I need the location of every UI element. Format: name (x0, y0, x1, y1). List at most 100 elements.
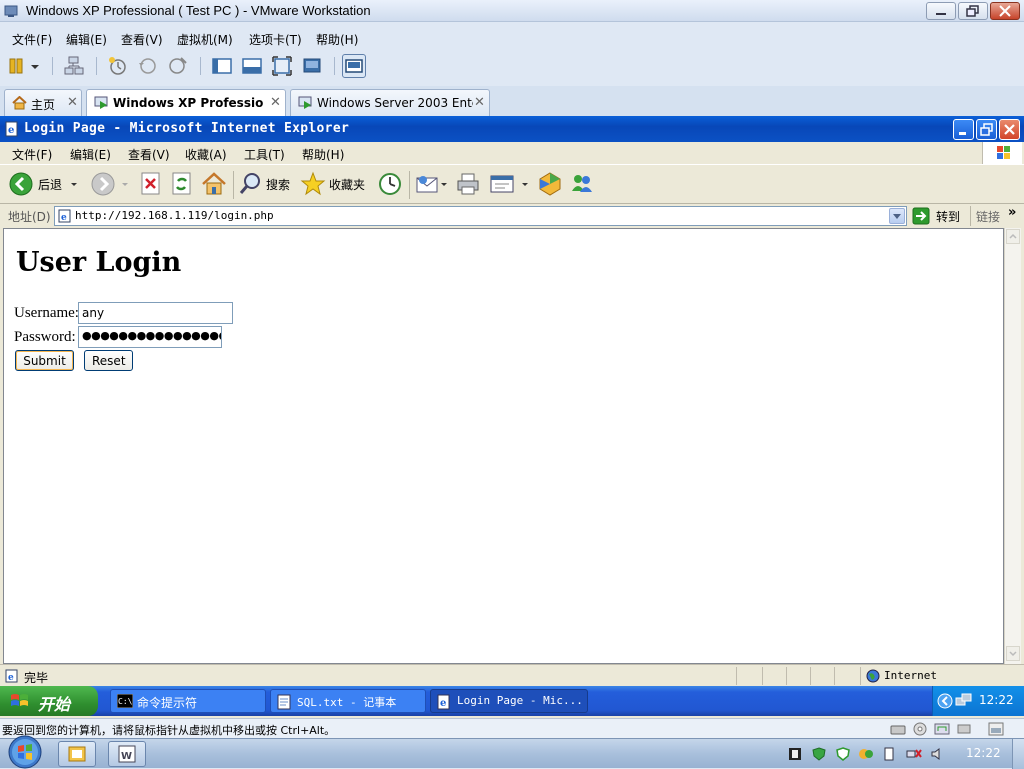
refresh-icon[interactable] (170, 171, 194, 197)
edit-icon[interactable] (488, 171, 532, 197)
history-icon[interactable] (377, 171, 403, 197)
scroll-up-icon[interactable] (1006, 229, 1020, 244)
snapshot-revert-icon[interactable] (136, 54, 160, 78)
vmware-menu-tabs[interactable]: 选项卡(T) (249, 31, 302, 48)
cd-drive-icon[interactable] (912, 722, 928, 736)
toolbar-separator (96, 57, 97, 75)
vmware-status-bar: 要返回到您的计算机，请将鼠标指针从虚拟机中移出或按 Ctrl+Alt。 (0, 718, 1024, 738)
ie-menu-tools[interactable]: 工具(T) (244, 146, 285, 163)
web-page-content: User Login Username: Password: ●●●●●●●●●… (3, 228, 1004, 664)
tab-windows-xp[interactable]: Windows XP Professional... ✕ (86, 89, 286, 116)
tab-home[interactable]: 主页 ✕ (4, 89, 82, 116)
address-dropdown-icon[interactable] (889, 208, 905, 224)
search-button[interactable]: 搜索 (238, 171, 294, 197)
back-button[interactable]: 后退 (8, 171, 82, 197)
forward-button[interactable] (90, 171, 130, 197)
vmware-close-button[interactable] (990, 2, 1020, 20)
vmware-minimize-button[interactable] (926, 2, 956, 20)
usb-device-icon[interactable] (956, 722, 972, 736)
volume-icon[interactable] (930, 747, 944, 761)
home-icon[interactable] (201, 171, 227, 197)
vertical-scrollbar[interactable] (1004, 228, 1021, 664)
page-done-icon: e (5, 669, 19, 683)
tab-windows-server-2003[interactable]: Windows Server 2003 Enterpr... ✕ (290, 89, 490, 116)
show-desktop-button[interactable] (1012, 739, 1024, 769)
vmware-menu-view[interactable]: 查看(V) (121, 31, 163, 48)
pause-dropdown-icon[interactable] (28, 54, 42, 78)
go-button[interactable]: 转到 (912, 207, 968, 225)
password-input[interactable]: ●●●●●●●●●●●●●●●●● (78, 326, 222, 348)
taskbar-item-cmd[interactable]: C:\ 命令提示符 (110, 689, 266, 713)
notepad-icon (277, 694, 291, 710)
status-divider (786, 667, 787, 685)
shield-icon[interactable] (812, 747, 826, 761)
tab-home-label: 主页 (31, 98, 56, 112)
message-log-icon[interactable] (988, 722, 1004, 736)
show-thumbnail-icon[interactable] (342, 54, 366, 78)
ie-menu-favorites[interactable]: 收藏(A) (185, 146, 227, 163)
start-button[interactable]: 开始 (0, 686, 98, 716)
film-icon[interactable] (788, 747, 802, 761)
tab-close-icon[interactable]: ✕ (474, 95, 485, 110)
stop-icon[interactable] (139, 171, 163, 197)
print-icon[interactable] (455, 171, 481, 197)
tab-close-icon[interactable]: ✕ (67, 95, 78, 110)
full-screen-icon[interactable] (270, 54, 294, 78)
taskbar-item-vmware[interactable]: W (108, 741, 146, 767)
pause-icon[interactable] (6, 54, 30, 78)
tab-close-icon[interactable]: ✕ (270, 95, 281, 110)
usb-icon[interactable] (882, 747, 896, 761)
taskbar-item-ie-label: Login Page - Mic... (457, 694, 583, 707)
submit-button[interactable]: Submit (15, 350, 74, 371)
search-label: 搜索 (266, 178, 291, 192)
vmware-window-title: Windows XP Professional ( Test PC ) - VM… (26, 3, 371, 18)
reset-button[interactable]: Reset (84, 350, 133, 371)
svg-text:W: W (121, 751, 132, 762)
ie-menu-file[interactable]: 文件(F) (12, 146, 52, 163)
view-console-icon[interactable] (210, 54, 234, 78)
network-icon[interactable] (62, 54, 86, 78)
cmd-icon: C:\ (117, 694, 133, 708)
xp-clock: 12:22 (979, 693, 1014, 707)
view-quick-switch-icon[interactable] (240, 54, 264, 78)
ie-restore-button[interactable] (976, 119, 997, 140)
ie-minimize-button[interactable] (953, 119, 974, 140)
address-field[interactable]: e http://192.168.1.119/login.php (54, 206, 907, 226)
msn-icon[interactable] (569, 171, 595, 197)
ie-menu-help[interactable]: 帮助(H) (302, 146, 344, 163)
vmware-menu-file[interactable]: 文件(F) (12, 31, 52, 48)
network-connection-icon[interactable] (955, 692, 973, 710)
vmware-menu-vm[interactable]: 虚拟机(M) (177, 31, 233, 48)
snapshot-take-icon[interactable] (106, 54, 130, 78)
hard-disk-icon[interactable] (890, 722, 906, 736)
links-label[interactable]: 链接 (976, 208, 1000, 225)
messenger-icon[interactable] (537, 171, 563, 197)
unity-icon[interactable] (300, 54, 324, 78)
username-input[interactable] (78, 302, 233, 324)
taskbar-item-ie[interactable]: e Login Page - Mic... (430, 689, 588, 713)
network-status-icon[interactable] (906, 747, 922, 761)
windows-flag-icon (982, 142, 1022, 164)
taskbar-item-explorer[interactable] (58, 741, 96, 767)
vmware-menu-help[interactable]: 帮助(H) (316, 31, 358, 48)
update-icon[interactable] (858, 747, 874, 761)
ie-menu-edit[interactable]: 编辑(E) (70, 146, 111, 163)
ie-close-button[interactable] (999, 119, 1020, 140)
network-adapter-icon[interactable] (934, 722, 950, 736)
status-text: 完毕 (24, 671, 49, 685)
status-divider (860, 667, 861, 685)
taskbar-item-notepad[interactable]: SQL.txt - 记事本 (270, 689, 426, 713)
snapshot-manager-icon[interactable] (166, 54, 190, 78)
tray-expand-icon[interactable] (937, 693, 953, 709)
toolbar-separator (233, 171, 234, 199)
vmware-menu-edit[interactable]: 编辑(E) (66, 31, 107, 48)
chevron-right-icon[interactable]: » (1008, 205, 1016, 220)
vmware-restore-button[interactable] (958, 2, 988, 20)
windows-orb-icon[interactable] (6, 735, 44, 769)
security-shield-icon[interactable] (836, 747, 850, 761)
ie-menu-view[interactable]: 查看(V) (128, 146, 170, 163)
mail-icon[interactable] (415, 171, 449, 197)
favorites-button[interactable]: 收藏夹 (300, 171, 370, 197)
scroll-down-icon[interactable] (1006, 646, 1020, 661)
taskbar-item-notepad-label: SQL.txt - 记事本 (297, 696, 397, 709)
